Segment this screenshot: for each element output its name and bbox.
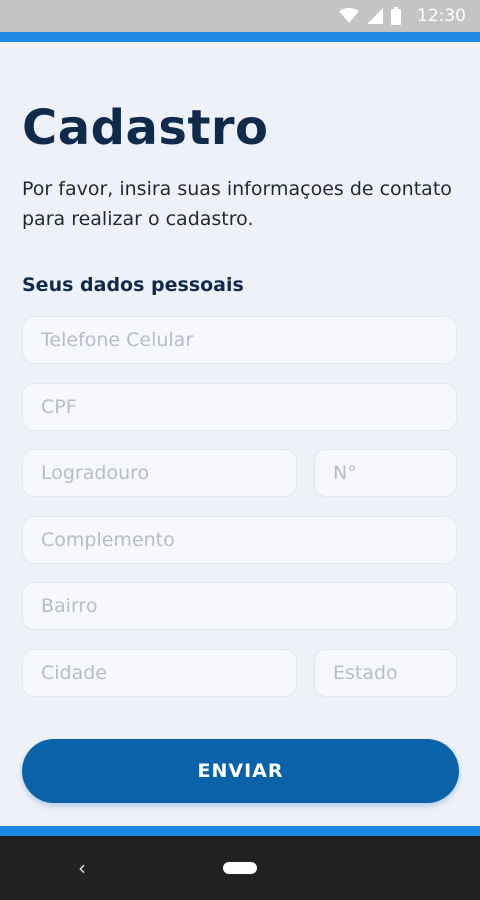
neighborhood-field[interactable] [22,582,457,630]
wifi-icon [339,8,359,24]
battery-icon [391,7,401,25]
phone-field[interactable] [22,316,457,364]
navigation-bar: ‹ [0,836,480,900]
street-field[interactable] [22,449,297,497]
home-pill-icon[interactable] [223,862,257,874]
submit-button[interactable]: ENVIAR [22,739,459,803]
number-field[interactable] [314,449,457,497]
back-icon[interactable]: ‹ [72,856,92,880]
state-field[interactable] [314,649,457,697]
cpf-field[interactable] [22,383,457,431]
top-accent-stripe [0,32,480,42]
complement-field[interactable] [22,516,457,564]
section-title-personal-data: Seus dados pessoais [22,274,244,296]
bottom-accent-stripe [0,826,480,836]
status-time: 12:30 [417,6,466,26]
registration-screen: Cadastro Por favor, insira suas informaç… [0,42,480,826]
page-title: Cadastro [22,100,269,156]
city-field[interactable] [22,649,297,697]
status-bar: 12:30 [0,0,480,32]
page-subtitle: Por favor, insira suas informaçoes de co… [22,178,452,230]
cell-signal-icon [367,8,383,24]
